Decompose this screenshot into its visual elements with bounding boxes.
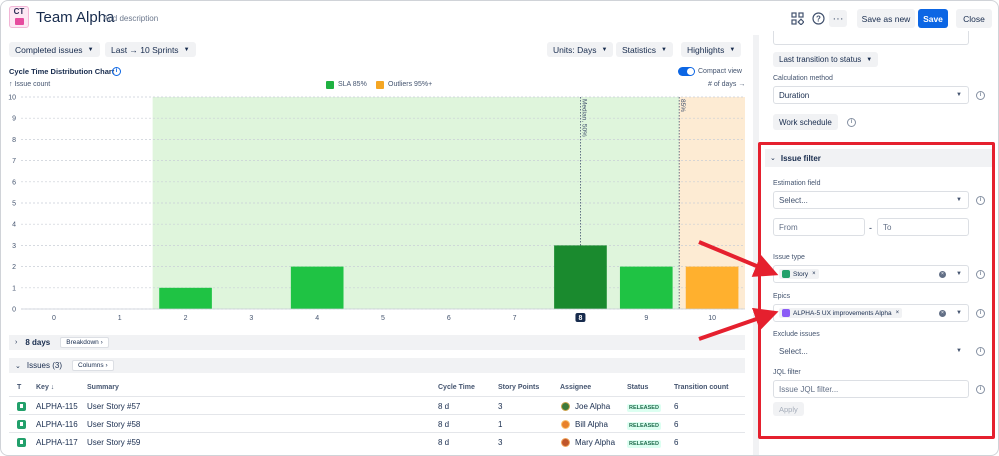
arrow-to-epics: [698, 307, 779, 341]
annotation-arrows: [698, 240, 779, 341]
arrow-to-issue-type: [698, 240, 779, 277]
app-window: CT Team Alpha Add description ? ··· Save…: [0, 0, 999, 456]
